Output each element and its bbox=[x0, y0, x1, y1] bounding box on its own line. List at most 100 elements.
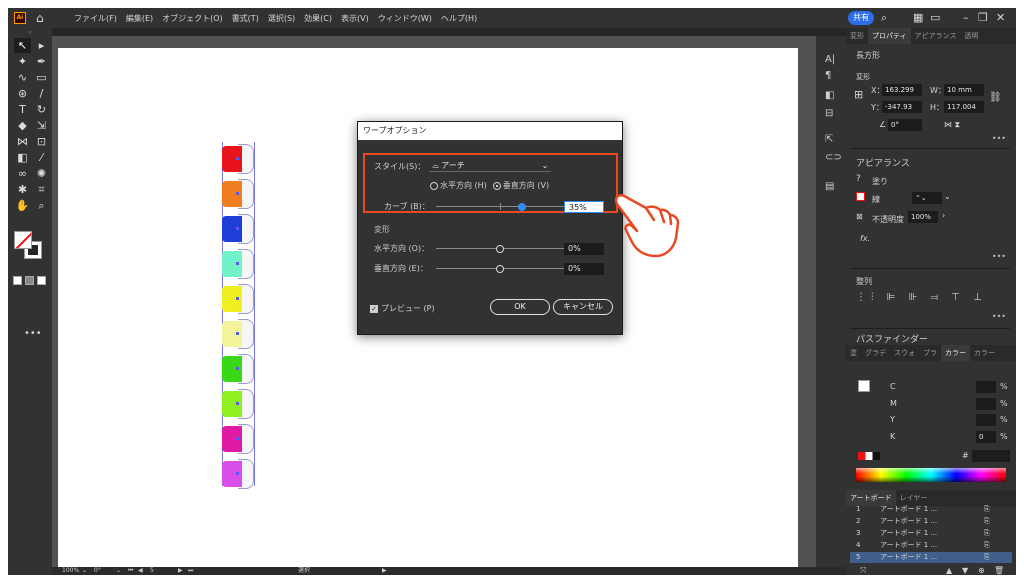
magic-wand-tool-icon[interactable]: ✦ bbox=[14, 54, 31, 69]
tab-swatches[interactable]: スウォ bbox=[890, 345, 919, 361]
cancel-button[interactable]: キャンセル bbox=[553, 299, 613, 315]
tab-stroke[interactable]: 塗 bbox=[846, 345, 861, 361]
color-fill-swatch[interactable] bbox=[858, 380, 870, 392]
warped-rectangle[interactable] bbox=[222, 284, 254, 314]
warped-rectangle[interactable] bbox=[222, 459, 254, 489]
tab-transform[interactable]: 変形 bbox=[846, 28, 868, 44]
tab-color-guide[interactable]: カラー bbox=[970, 345, 999, 361]
next-artboard-icon[interactable]: ▶ bbox=[178, 567, 183, 575]
color-mode-icon[interactable] bbox=[13, 276, 22, 285]
flip-icons[interactable]: ⋈ ⧗ bbox=[944, 120, 960, 130]
move-down-icon[interactable]: ▼ bbox=[962, 566, 968, 575]
rotation-value[interactable]: 0° bbox=[94, 567, 101, 575]
artboard-options-icon[interactable]: ⎘ bbox=[984, 540, 990, 551]
artboard-row[interactable]: 5 アートボード 1 ... ⎘ bbox=[850, 552, 1012, 563]
y-field[interactable]: -347.93 bbox=[882, 101, 922, 113]
quick-colors[interactable] bbox=[858, 452, 880, 460]
zoom-chevron-icon[interactable]: ⌄ bbox=[82, 567, 87, 575]
selection-tool-icon[interactable]: ↖ bbox=[14, 38, 31, 53]
fx-button[interactable]: fx. bbox=[860, 234, 870, 243]
character-panel-icon[interactable]: A| bbox=[825, 54, 835, 66]
tab-color[interactable]: カラー bbox=[941, 345, 970, 361]
more-tools-icon[interactable]: ••• bbox=[24, 328, 42, 339]
curvature-tool-icon[interactable]: ∿ bbox=[14, 70, 31, 85]
h-field[interactable]: 117.004 bbox=[944, 101, 984, 113]
artboard-options-icon[interactable]: ⎘ bbox=[984, 552, 990, 563]
artboard-tool-icon[interactable]: ⌗ bbox=[33, 182, 50, 197]
artboard-options-icon[interactable]: ⎘ bbox=[984, 528, 990, 539]
search-icon[interactable]: ⌕ bbox=[881, 11, 887, 25]
menu-help[interactable]: ヘルプ(H) bbox=[441, 13, 477, 24]
c-field[interactable] bbox=[976, 381, 996, 393]
type-tool-icon[interactable]: T bbox=[14, 102, 31, 117]
opacity-field[interactable]: 100% bbox=[908, 211, 938, 223]
tab-transparency[interactable]: 透明 bbox=[960, 28, 982, 44]
angle-field[interactable]: 0° bbox=[888, 119, 922, 131]
menu-select[interactable]: 選択(S) bbox=[268, 13, 295, 24]
fill-stroke-widget[interactable] bbox=[14, 231, 44, 261]
warped-rectangle[interactable] bbox=[222, 214, 254, 244]
rectangle-tool-icon[interactable]: ▭ bbox=[33, 70, 50, 85]
artboard-options-icon[interactable]: ⎘ bbox=[984, 504, 990, 515]
fill-swatch[interactable] bbox=[14, 231, 32, 249]
scale-tool-icon[interactable]: ⇲ bbox=[33, 118, 50, 133]
zoom-tool-icon[interactable]: ⌕ bbox=[33, 198, 50, 213]
menu-window[interactable]: ウィンドウ(W) bbox=[378, 13, 432, 24]
links-panel-icon[interactable]: ⊂⊃ bbox=[825, 152, 842, 164]
hex-field[interactable] bbox=[972, 450, 1010, 462]
pencil-tool-icon[interactable]: / bbox=[33, 86, 50, 101]
stroke-color-icon[interactable] bbox=[856, 192, 865, 201]
menu-object[interactable]: オブジェクト(O) bbox=[162, 13, 223, 24]
dist-v-slider[interactable] bbox=[436, 264, 564, 274]
tab-appearance[interactable]: アピアランス bbox=[911, 28, 961, 44]
eyedropper-tool-icon[interactable]: ⁄ bbox=[33, 150, 50, 165]
gradient-mode-icon[interactable] bbox=[25, 276, 34, 285]
status-arrow-icon[interactable]: ▶ bbox=[382, 567, 387, 575]
warped-rectangle[interactable] bbox=[222, 424, 254, 454]
warped-rectangle[interactable] bbox=[222, 319, 254, 349]
dist-h-slider[interactable] bbox=[436, 244, 564, 254]
artboard-row[interactable]: 1 アートボード 1 ... ⎘ bbox=[850, 504, 1012, 515]
rotation-chevron-icon[interactable]: ⌄ bbox=[116, 567, 121, 575]
minimize-icon[interactable]: – bbox=[963, 11, 969, 25]
rearrange-icon[interactable]: ⤧ bbox=[860, 566, 866, 575]
tab-brushes[interactable]: ブラ bbox=[919, 345, 941, 361]
w-field[interactable]: 10 mm bbox=[944, 84, 984, 96]
warped-rectangle[interactable] bbox=[222, 389, 254, 419]
prev-artboard-icon[interactable]: ◀ bbox=[138, 567, 143, 575]
delete-artboard-icon[interactable]: 🗑 bbox=[994, 566, 1004, 575]
pen-tool-icon[interactable]: ✒ bbox=[33, 54, 50, 69]
warped-rectangle[interactable] bbox=[222, 354, 254, 384]
menu-view[interactable]: 表示(V) bbox=[341, 13, 369, 24]
new-artboard-icon[interactable]: ⊕ bbox=[978, 566, 985, 575]
none-mode-icon[interactable] bbox=[37, 276, 46, 285]
transform-more-icon[interactable]: ••• bbox=[992, 134, 1006, 143]
m-field[interactable] bbox=[976, 398, 996, 410]
workspace-icon[interactable]: ▦ bbox=[913, 11, 923, 25]
link-proportions-icon[interactable]: ⛓ bbox=[989, 92, 1002, 103]
layers-panel-icon[interactable]: ◧ bbox=[825, 90, 834, 102]
blend-tool-icon[interactable]: ∞ bbox=[14, 166, 31, 181]
dist-v-input[interactable]: 0% bbox=[564, 263, 604, 275]
home-icon[interactable]: ⌂ bbox=[36, 12, 50, 24]
opacity-chevron-icon[interactable]: › bbox=[942, 211, 945, 220]
stroke-label[interactable]: 線 bbox=[872, 194, 880, 205]
menu-edit[interactable]: 編集(E) bbox=[126, 13, 153, 24]
paragraph-panel-icon[interactable]: ¶ bbox=[825, 70, 831, 82]
bend-slider-thumb[interactable] bbox=[518, 202, 527, 211]
width-tool-icon[interactable]: ⋈ bbox=[14, 134, 31, 149]
tab-gradient[interactable]: グラデ bbox=[861, 345, 890, 361]
x-field[interactable]: 163.299 bbox=[882, 84, 922, 96]
hand-tool-icon[interactable]: ✋ bbox=[14, 198, 31, 213]
pin-tool-icon[interactable]: ✱ bbox=[14, 182, 31, 197]
fill-icon[interactable]: ? bbox=[856, 174, 861, 184]
align-more-icon[interactable]: ••• bbox=[992, 312, 1006, 321]
shape-builder-tool-icon[interactable]: ◧ bbox=[14, 150, 31, 165]
symbol-sprayer-tool-icon[interactable]: ✺ bbox=[33, 166, 50, 181]
dist-h-slider-thumb[interactable] bbox=[496, 244, 504, 253]
share-button[interactable]: 共有 bbox=[848, 11, 874, 25]
artboard-row[interactable]: 2 アートボード 1 ... ⎘ bbox=[850, 516, 1012, 527]
last-artboard-icon[interactable]: ⏭ bbox=[188, 567, 193, 575]
align-buttons-icon[interactable]: ⋮⫶ ⊫ ⊪ ⫤ ⊤ ⊥ bbox=[856, 292, 987, 303]
warped-rectangle-stack[interactable] bbox=[222, 144, 254, 494]
